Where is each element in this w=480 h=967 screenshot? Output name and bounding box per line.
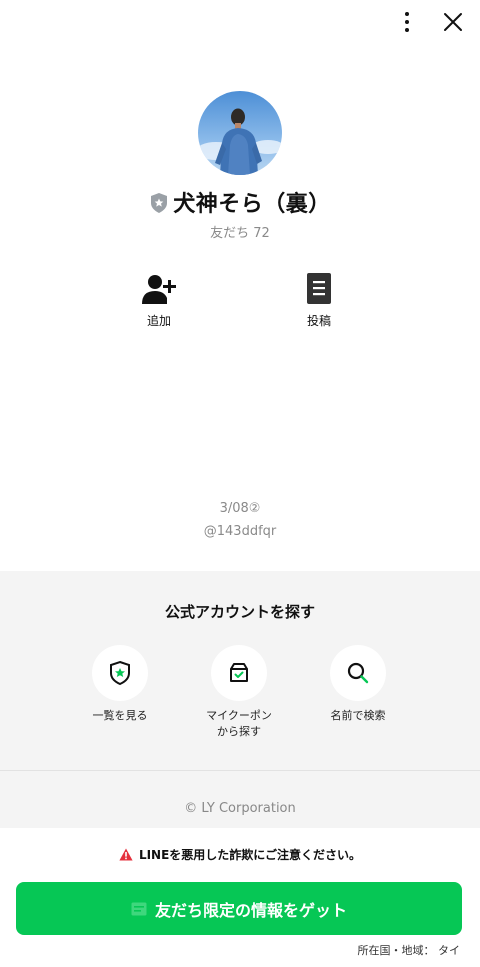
account-id: @143ddfqr [203,524,277,539]
search-icon [347,662,369,684]
browse-icon-circle [92,645,148,701]
shield-badge-icon [151,193,168,213]
more-options-button[interactable] [395,10,419,34]
more-dot [405,20,409,24]
chat-bubble-icon [131,902,147,915]
warning-text: LINEを悪用した詐欺にご注意ください。 [138,848,362,862]
explore-title: 公式アカウントを探す [164,603,315,621]
more-dot [405,12,409,16]
top-bar [0,0,480,44]
fraud-warning: LINEを悪用した詐欺にご注意ください。 [0,846,480,863]
coupon-label: マイクーポン から探す [206,709,272,738]
profile-avatar[interactable] [198,91,282,175]
close-icon[interactable] [441,10,465,34]
copyright: © LY Corporation [184,801,296,816]
posts-label: 投稿 [306,314,331,328]
status-message: 3/08② [219,501,261,516]
bottom-panel: LINEを悪用した詐欺にご注意ください。 友だち限定の情報をゲット 所在国・地域… [0,828,480,967]
profile-name-row: 犬神そら（裏） [0,186,480,218]
explore-browse-list[interactable]: 一覧を見る [60,645,180,724]
get-friend-info-button[interactable]: 友だち限定の情報をゲット [16,882,462,935]
explore-my-coupons[interactable]: マイクーポン から探す [179,645,299,740]
post-document-icon [307,273,331,304]
add-friend-button[interactable]: 追加 [119,272,199,329]
search-label: 名前で検索 [330,709,386,722]
search-icon-circle [330,645,386,701]
footer: © LY Corporation [0,770,480,828]
explore-search-by-name[interactable]: 名前で検索 [298,645,418,724]
explore-official-accounts: 公式アカウントを探す 一覧を見る マイクーポン から探す 名前で検索 [0,571,480,770]
posts-button[interactable]: 投稿 [279,272,359,329]
shield-star-icon [110,660,130,686]
warning-icon [119,848,133,861]
region-info: 所在国・地域： タイ [357,944,461,957]
add-friend-label: 追加 [146,314,171,328]
more-dot [405,28,409,32]
coupon-box-icon [230,663,248,682]
profile-name: 犬神そら（裏） [173,192,331,217]
add-friend-icon [142,275,176,304]
cta-label: 友だち限定の情報をゲット [154,900,347,920]
coupon-icon-circle [211,645,267,701]
avatar-photo [198,91,282,175]
friends-count: 友だち 72 [210,226,270,241]
browse-label: 一覧を見る [92,709,148,722]
